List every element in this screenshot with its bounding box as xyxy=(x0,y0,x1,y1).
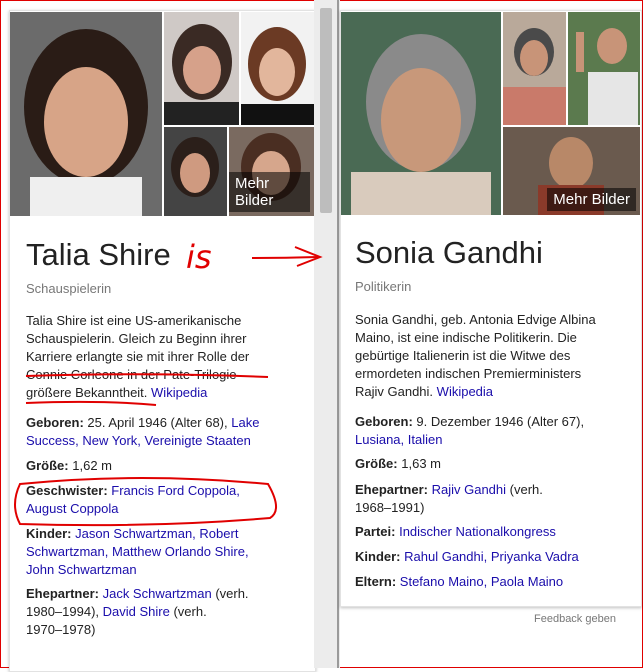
photo-thumb-7[interactable]: Mehr Bilder xyxy=(503,127,640,215)
more-images-button[interactable]: Mehr Bilder xyxy=(547,188,636,211)
entity-name: Talia Shire xyxy=(26,237,171,272)
link-jack-schwartzman[interactable]: Jack Schwartzman xyxy=(103,586,212,601)
link-robert-schwartzman[interactable]: Robert xyxy=(199,526,238,541)
entity-name: Sonia Gandhi xyxy=(355,235,543,270)
link-paola-maino[interactable]: Paola Maino xyxy=(491,574,563,589)
scrollbar-thumb[interactable] xyxy=(320,8,332,213)
link-indischer-nationalkongress[interactable]: Indischer Nationalkongress xyxy=(399,524,556,539)
photo-thumb-6[interactable] xyxy=(568,12,640,125)
fact-party: Partei: Indischer Nationalkongress xyxy=(355,524,556,539)
fact-parents: Eltern: Stefano Maino, Paola Maino xyxy=(355,574,564,589)
link-lake-success[interactable]: Lake xyxy=(231,415,259,430)
link-new-york[interactable]: New York, xyxy=(82,433,141,448)
fact-height: Größe: 1,63 m xyxy=(355,456,441,471)
entity-subtitle: Schauspielerin xyxy=(26,281,112,296)
link-rajiv-gandhi[interactable]: Rajiv Gandhi xyxy=(432,482,506,497)
fact-siblings: Geschwister: Francis Ford Coppola, Augus… xyxy=(26,483,240,516)
link-august-coppola[interactable]: August Coppola xyxy=(26,501,119,516)
wikipedia-link[interactable]: Wikipedia xyxy=(437,384,493,399)
entity-description: Sonia Gandhi, geb. Antonia Edvige Albina… xyxy=(355,312,596,399)
link-lusiana[interactable]: Lusiana, xyxy=(355,432,404,447)
link-priyanka-vadra[interactable]: Priyanka Vadra xyxy=(491,549,579,564)
fact-born: Geboren: 9. Dezember 1946 (Alter 67), Lu… xyxy=(355,414,585,447)
photo-thumb-5[interactable] xyxy=(503,12,566,125)
fact-children: Kinder: Rahul Gandhi, Priyanka Vadra xyxy=(355,549,579,564)
fact-spouse: Ehepartner: Jack Schwartzman (verh. 1980… xyxy=(26,586,249,637)
main-photo-talia-shire[interactable] xyxy=(10,12,162,216)
main-photo-sonia-gandhi[interactable] xyxy=(341,12,501,215)
feedback-link[interactable]: Feedback geben xyxy=(534,613,616,625)
link-jason-schwartzman[interactable]: Jason Schwartzman, xyxy=(75,526,196,541)
photo-thumb-2[interactable] xyxy=(241,12,314,125)
link-francis-ford-coppola[interactable]: Francis Ford Coppola, xyxy=(111,483,240,498)
entity-description: Talia Shire ist eine US-amerikanische Sc… xyxy=(26,313,250,400)
photo-thumb-4[interactable]: Mehr Bilder xyxy=(229,127,314,216)
link-rahul-gandhi[interactable]: Rahul Gandhi, xyxy=(404,549,487,564)
link-david-shire[interactable]: David Shire xyxy=(103,604,170,619)
wikipedia-link[interactable]: Wikipedia xyxy=(151,385,207,400)
link-john-schwartzman[interactable]: John Schwartzman xyxy=(26,562,137,577)
fact-height: Größe: 1,62 m xyxy=(26,458,112,473)
link-stefano-maino[interactable]: Stefano Maino, xyxy=(400,574,487,589)
photo-thumb-3[interactable] xyxy=(164,127,227,216)
photo-thumb-1[interactable] xyxy=(164,12,239,125)
fact-born: Geboren: 25. April 1946 (Alter 68), Lake… xyxy=(26,415,260,448)
fact-spouse: Ehepartner: Rajiv Gandhi (verh. 1968–199… xyxy=(355,482,543,515)
link-matthew-orlando-shire[interactable]: Matthew Orlando Shire, xyxy=(112,544,249,559)
link-italien[interactable]: Italien xyxy=(408,432,443,447)
link-success[interactable]: Success, xyxy=(26,433,79,448)
fact-children: Kinder: Jason Schwartzman, Robert Schwar… xyxy=(26,526,249,577)
entity-subtitle: Politikerin xyxy=(355,279,412,294)
link-usa[interactable]: Vereinigte Staaten xyxy=(145,433,251,448)
more-images-button[interactable]: Mehr Bilder xyxy=(229,172,310,212)
